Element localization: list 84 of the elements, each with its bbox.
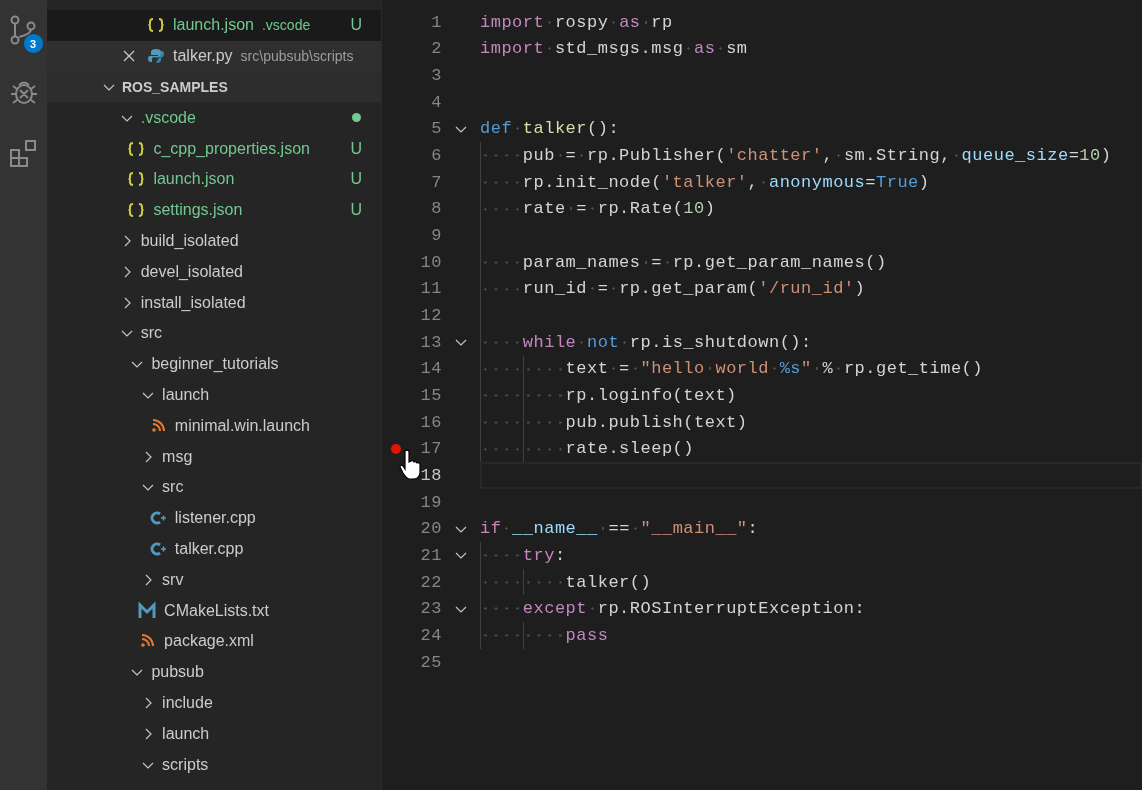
code-line: try: bbox=[522, 545, 566, 565]
line-number: 23 bbox=[419, 599, 442, 619]
braces-icon bbox=[127, 170, 146, 189]
code-line: pub.publish(text) bbox=[565, 412, 748, 432]
file-item[interactable]: package.xml bbox=[164, 632, 254, 651]
line-number: 16 bbox=[419, 412, 442, 432]
line-number: 15 bbox=[419, 386, 442, 405]
line-number: 17 bbox=[419, 439, 442, 459]
close-icon[interactable] bbox=[122, 49, 136, 64]
line-number: 13 bbox=[419, 332, 442, 352]
folder-item[interactable]: pubsub bbox=[151, 663, 204, 682]
code-line: pub = rp.Publisher('chatter', sm.String, queue_size=10) bbox=[522, 146, 1112, 166]
code-line: except rp.ROSInterruptException: bbox=[522, 599, 866, 619]
file-item[interactable]: CMakeLists.txt bbox=[164, 601, 269, 620]
file-path: src\pubsub\scripts bbox=[240, 48, 354, 65]
code-line: import rospy as rp bbox=[480, 12, 673, 32]
file-path: .vscode bbox=[261, 17, 311, 34]
line-number: 1 bbox=[430, 12, 442, 32]
folder-item[interactable]: scripts bbox=[162, 755, 209, 774]
git-status-letter: U bbox=[350, 139, 362, 158]
line-number: 20 bbox=[419, 519, 442, 539]
line-number: 9 bbox=[430, 226, 442, 246]
open-editor-tab[interactable]: launch.json bbox=[173, 16, 254, 35]
count-badge: 3 bbox=[23, 34, 43, 53]
line-number: 2 bbox=[430, 39, 442, 59]
braces-icon bbox=[127, 139, 146, 158]
open-editor-tab[interactable]: talker.py bbox=[173, 47, 233, 66]
line-number: 18 bbox=[419, 466, 442, 485]
file-item[interactable]: launch.json bbox=[153, 170, 235, 189]
code-line: while not rp.is_shutdown(): bbox=[522, 332, 812, 352]
code-line: run_id = rp.get_param('/run_id') bbox=[522, 279, 866, 299]
file-item[interactable]: settings.json bbox=[153, 201, 243, 220]
code-line: def talker(): bbox=[480, 119, 620, 139]
file-item[interactable]: talker.cpp bbox=[174, 539, 244, 558]
git-status-letter: U bbox=[350, 201, 362, 220]
line-number: 12 bbox=[419, 306, 442, 326]
m-icon bbox=[138, 601, 157, 620]
code-line: text = "hello world %s" % rp.get_time() bbox=[565, 359, 983, 379]
line-number: 22 bbox=[419, 572, 442, 592]
code-line: rate.sleep() bbox=[565, 439, 694, 459]
file-item[interactable]: minimal.win.launch bbox=[174, 416, 310, 435]
folder-item[interactable]: launch bbox=[162, 385, 210, 404]
folder-item[interactable]: install_isolated bbox=[140, 293, 246, 312]
code-line: if __name__ == "__main__": bbox=[480, 519, 759, 539]
folder-item[interactable]: src bbox=[162, 478, 184, 497]
code-line: import std_msgs.msg as sm bbox=[480, 39, 748, 59]
line-number: 6 bbox=[430, 146, 442, 166]
hand-cursor-icon bbox=[398, 449, 422, 481]
line-number: 3 bbox=[430, 66, 442, 86]
folder-item[interactable]: srv bbox=[162, 570, 184, 589]
folder-item[interactable]: include bbox=[162, 693, 213, 712]
braces-icon bbox=[147, 16, 165, 35]
folder-item[interactable]: devel_isolated bbox=[140, 262, 243, 281]
line-number: 10 bbox=[419, 252, 442, 272]
line-number: 25 bbox=[419, 652, 442, 672]
line-number: 24 bbox=[419, 625, 442, 645]
folder-item[interactable]: .vscode bbox=[140, 108, 196, 127]
folder-item[interactable]: build_isolated bbox=[140, 231, 239, 250]
line-number: 7 bbox=[430, 172, 442, 192]
line-number: 19 bbox=[419, 492, 442, 512]
file-item[interactable]: listener.cpp bbox=[174, 509, 256, 528]
breakpoint-dot[interactable] bbox=[391, 443, 401, 454]
git-status-letter: U bbox=[350, 170, 362, 189]
line-number: 8 bbox=[430, 199, 442, 219]
line-number: 5 bbox=[430, 119, 442, 139]
code-line: rp.loginfo(text) bbox=[565, 386, 737, 405]
folder-item[interactable]: msg bbox=[162, 447, 193, 466]
folder-item[interactable]: src bbox=[140, 324, 162, 343]
line-number: 4 bbox=[430, 92, 442, 112]
code-line: param_names = rp.get_param_names() bbox=[522, 252, 887, 272]
code-line: rp.init_node('talker', anonymous=True) bbox=[522, 172, 930, 192]
line-number: 14 bbox=[419, 359, 442, 379]
section-title[interactable]: ROS_SAMPLES bbox=[122, 79, 228, 95]
code-line: pass bbox=[565, 625, 609, 645]
line-number: 11 bbox=[419, 279, 442, 299]
folder-item[interactable]: launch bbox=[162, 724, 210, 743]
folder-item[interactable]: beginner_tutorials bbox=[151, 355, 279, 374]
code-line: rate = rp.Rate(10) bbox=[522, 199, 716, 219]
python-icon bbox=[147, 47, 165, 66]
line-number: 21 bbox=[419, 545, 442, 565]
code-line: talker() bbox=[565, 572, 652, 592]
braces-icon bbox=[127, 201, 146, 220]
file-item[interactable]: c_cpp_properties.json bbox=[153, 139, 310, 158]
git-status-letter: U bbox=[350, 16, 362, 35]
